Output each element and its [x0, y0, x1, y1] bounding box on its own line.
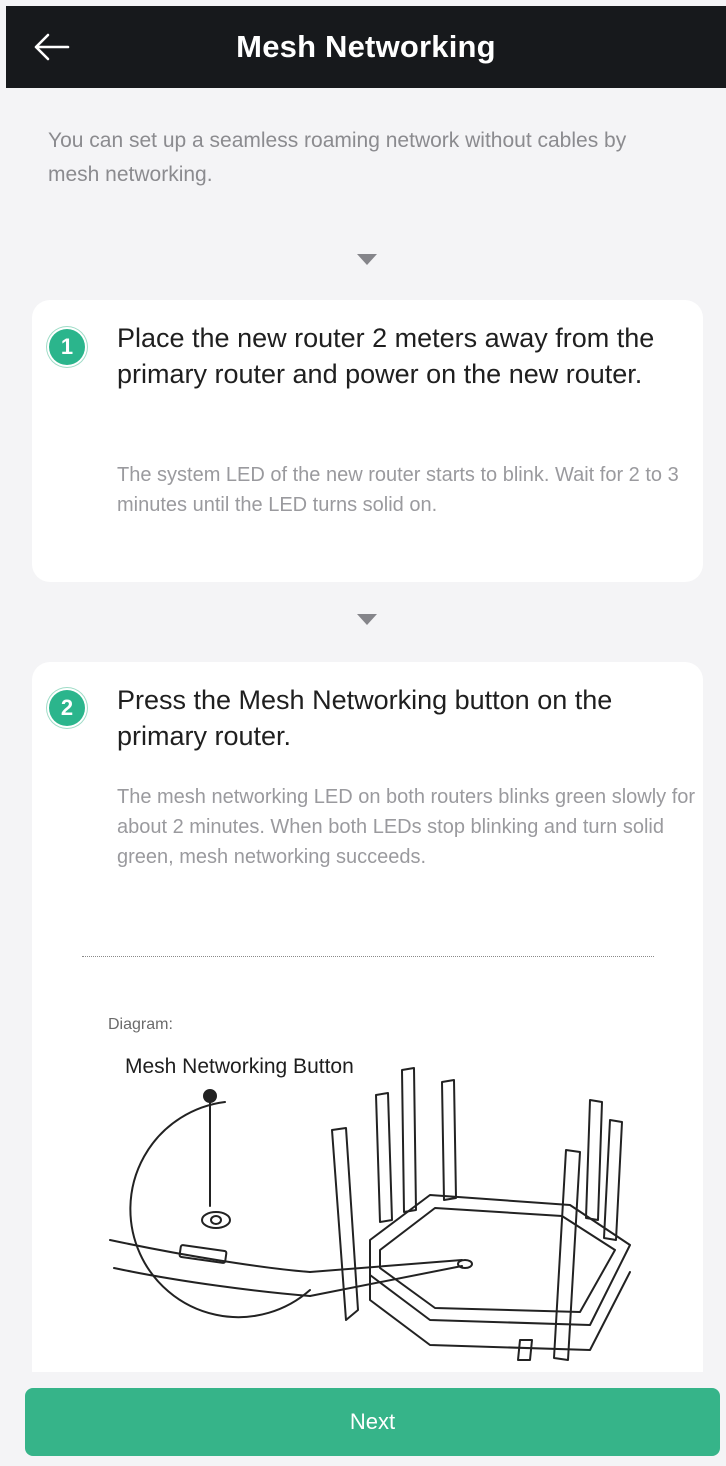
intro-text: You can set up a seamless roaming networ… — [48, 129, 627, 186]
step-badge-1: 1 — [49, 329, 85, 365]
step-title-2: Press the Mesh Networking button on the … — [117, 685, 613, 751]
page-title: Mesh Networking — [236, 29, 496, 64]
app-header: Mesh Networking — [6, 6, 726, 88]
arrow-left-icon — [34, 33, 70, 61]
arrow-down-icon — [357, 614, 377, 625]
diagram-caption: Mesh Networking Button — [125, 1055, 354, 1078]
arrow-down-icon — [357, 254, 377, 265]
step-title-1: Place the new router 2 meters away from … — [117, 323, 655, 389]
step-badge-2: 2 — [49, 690, 85, 726]
back-button[interactable] — [28, 26, 74, 68]
step-card-1: 1 Place the new router 2 meters away fro… — [32, 300, 703, 582]
next-button[interactable]: Next — [25, 1388, 720, 1456]
step-description-1: The system LED of the new router starts … — [117, 464, 679, 516]
step-description-2: The mesh networking LED on both routers … — [117, 786, 696, 868]
divider — [82, 956, 654, 957]
